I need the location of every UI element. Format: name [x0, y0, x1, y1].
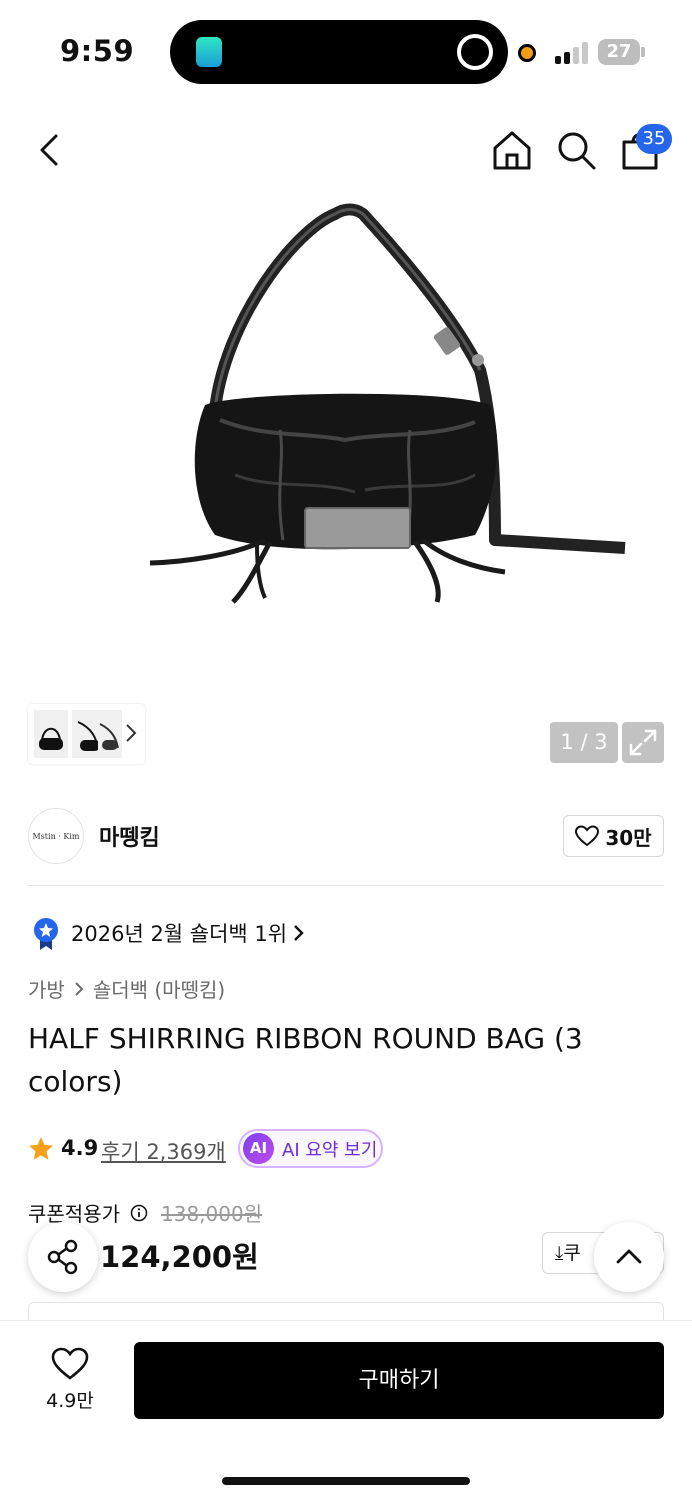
rank-medal-icon [34, 918, 58, 950]
divider [28, 885, 664, 886]
thumbnail-strip[interactable] [28, 704, 145, 764]
expand-button[interactable] [622, 722, 664, 763]
thumbnail-1[interactable] [34, 710, 68, 758]
share-icon [47, 1239, 78, 1275]
brand-like-button[interactable]: 30만 [563, 815, 664, 857]
info-icon[interactable] [130, 1204, 148, 1222]
battery-level: 27 [606, 41, 632, 62]
battery-tip [641, 47, 645, 57]
breadcrumb: 가방 숄더백 (마뗑킴) [28, 974, 225, 1003]
chevron-right-icon[interactable] [293, 923, 305, 943]
chevron-right-icon [75, 981, 84, 996]
share-button[interactable] [28, 1222, 98, 1292]
home-icon[interactable] [490, 128, 534, 172]
star-icon [29, 1137, 53, 1160]
brand-name[interactable]: 마뗑킴 [99, 820, 160, 852]
voice-recorder-icon [196, 37, 222, 67]
coupon-button-label: 쿠 [563, 1242, 581, 1264]
cart-count-badge: 35 [636, 124, 672, 154]
ranking-text[interactable]: 2026년 2월 숄더백 1위 [71, 918, 287, 948]
thumbnail-3[interactable] [98, 710, 122, 758]
product-title: HALF SHIRRING RIBBON ROUND BAG (3 colors… [28, 1022, 583, 1098]
ai-badge-icon: AI [243, 1133, 274, 1164]
sale-price: 124,200원 [100, 1240, 259, 1274]
expand-icon [629, 729, 657, 756]
product-image [149, 203, 626, 604]
wishlist-count: 4.9만 [46, 1390, 94, 1412]
scroll-top-button[interactable] [594, 1222, 664, 1292]
breadcrumb-subcategory[interactable]: 숄더백 (마뗑킴) [93, 974, 225, 1003]
review-count-link[interactable]: 후기 2,369개 [101, 1136, 226, 1166]
ai-summary-label: AI 요약 보기 [282, 1139, 378, 1161]
signal-icon [555, 42, 589, 64]
buy-button[interactable]: 구매하기 [134, 1342, 664, 1419]
ai-summary-button[interactable]: AI AI 요약 보기 [238, 1129, 383, 1168]
back-icon[interactable] [28, 128, 72, 172]
wishlist-heart-icon[interactable] [51, 1346, 89, 1382]
brand-logo[interactable]: Mstin · Kim [28, 808, 84, 864]
recording-ring-icon [457, 34, 493, 70]
brand-like-count: 30만 [605, 825, 652, 850]
search-icon[interactable] [554, 128, 598, 172]
heart-icon [575, 825, 600, 847]
mic-indicator-icon [518, 44, 536, 62]
breadcrumb-category[interactable]: 가방 [28, 974, 65, 1003]
image-counter: 1 / 3 [550, 722, 618, 763]
home-indicator [222, 1477, 470, 1485]
rating-value: 4.9 [61, 1136, 99, 1160]
chevron-up-icon [616, 1249, 642, 1264]
original-price: 138,000원 [161, 1202, 263, 1226]
chevron-right-icon[interactable] [124, 722, 138, 744]
status-time: 9:59 [60, 34, 135, 68]
